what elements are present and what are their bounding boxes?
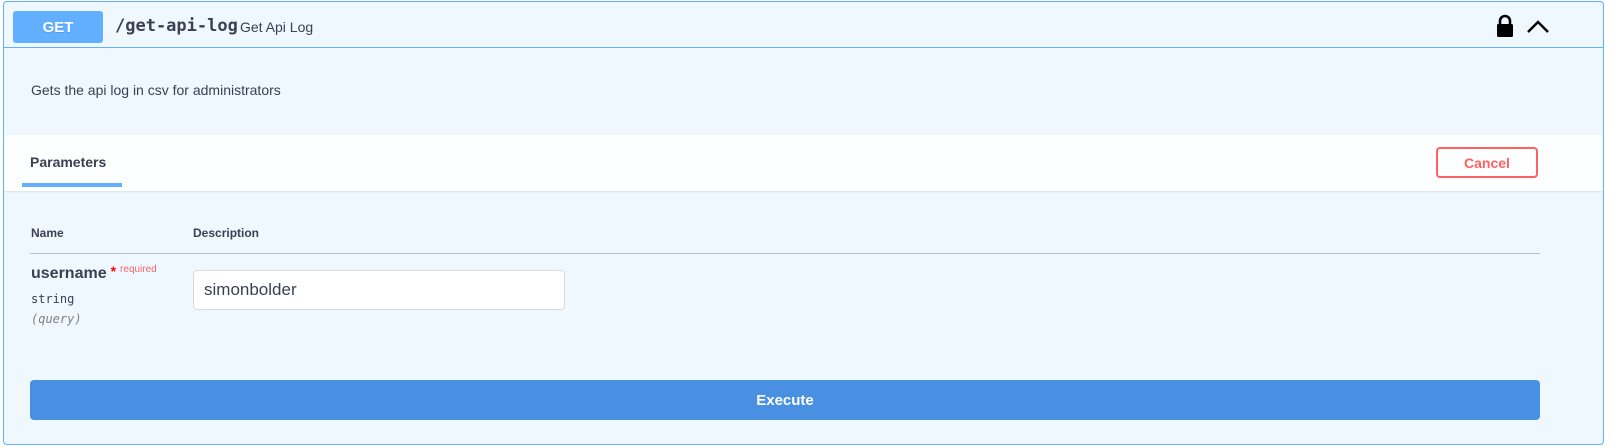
parameters-header: Parameters Cancel [4,135,1603,191]
column-header-name: Name [31,226,64,240]
column-header-description: Description [193,226,260,240]
operation-path: /get-api-log [115,16,238,36]
required-asterisk: * [110,263,117,279]
parameter-name: username * required [31,263,157,283]
parameter-name-text: username [31,265,107,282]
method-badge: GET [13,11,103,43]
lock-icon[interactable] [1495,14,1515,38]
operation-summary-text: Get Api Log [240,19,314,35]
tab-parameters[interactable]: Parameters [30,154,106,170]
cancel-button[interactable]: Cancel [1436,147,1538,178]
table-header-divider [30,253,1540,254]
username-input[interactable] [193,270,565,310]
operation-description: Gets the api log in csv for administrato… [31,82,281,98]
parameter-type: string [31,292,75,306]
operation-block: GET /get-api-log Get Api Log Gets the ap… [3,1,1604,445]
execute-button[interactable]: Execute [30,380,1540,420]
parameter-location: (query) [31,312,82,326]
operation-summary[interactable]: GET /get-api-log Get Api Log [4,2,1603,48]
required-label: required [120,264,157,275]
tab-active-indicator [22,183,122,187]
chevron-up-icon[interactable] [1525,16,1551,36]
